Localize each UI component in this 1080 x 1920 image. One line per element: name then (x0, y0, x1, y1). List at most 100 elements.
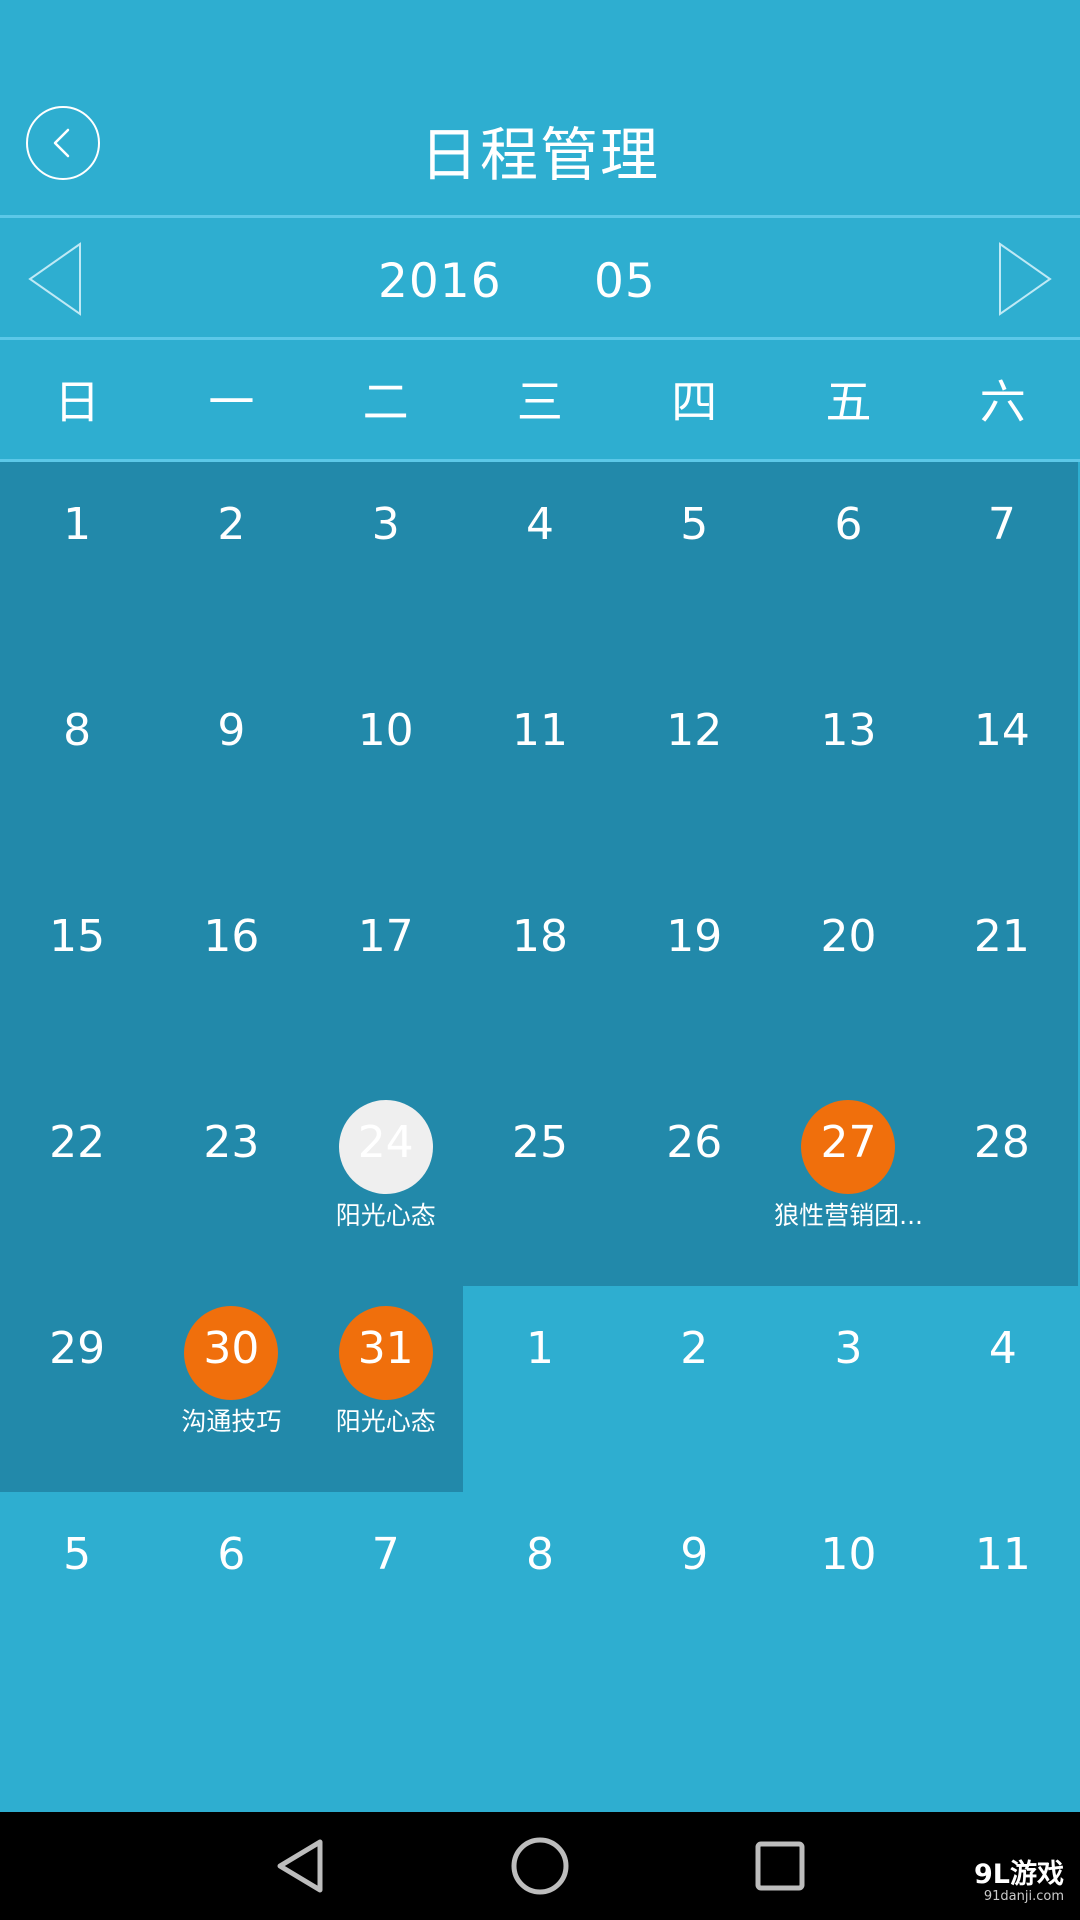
calendar-day-cell[interactable]: 7 (925, 462, 1078, 668)
calendar-day-cell[interactable]: 1 (463, 1286, 617, 1492)
calendar-day-cell[interactable]: 6 (771, 462, 926, 668)
day-number: 2 (680, 1323, 709, 1374)
nav-home-icon (511, 1837, 569, 1895)
weekday-mon: 一 (208, 375, 255, 429)
page-title: 日程管理 (419, 121, 660, 189)
day-number: 4 (525, 499, 554, 550)
calendar-day-cell[interactable]: 24 阳光心态 (308, 1080, 463, 1286)
system-home-button[interactable] (508, 1834, 572, 1898)
day-number: 10 (357, 705, 414, 756)
calendar-day-cell[interactable]: 8 (463, 1492, 617, 1698)
calendar-day-cell[interactable]: 3 (771, 1286, 925, 1492)
nav-recent-apps-icon (755, 1841, 805, 1891)
weekday-sat: 六 (979, 375, 1026, 429)
weekday-header: 日 一 二 三 四 五 六 (0, 340, 1080, 460)
month-navigator: 2016 05 (0, 218, 1080, 338)
day-number: 5 (680, 499, 709, 550)
calendar-day-cell[interactable]: 19 (617, 874, 772, 1080)
day-number: 1 (525, 1323, 554, 1374)
calendar-day-cell[interactable]: 30 沟通技巧 (154, 1286, 309, 1492)
calendar-day-cell[interactable]: 23 (154, 1080, 309, 1286)
event-label: 阳光心态 (335, 1201, 436, 1230)
event-label: 沟通技巧 (181, 1407, 282, 1436)
weekday-fri: 五 (825, 375, 872, 429)
system-recent-apps-button[interactable] (748, 1834, 812, 1898)
calendar-day-cell[interactable]: 8 (0, 668, 155, 874)
calendar-day-cell[interactable]: 9 (617, 1492, 771, 1698)
next-month-button[interactable] (994, 242, 1054, 316)
weekday-wed: 三 (516, 375, 563, 429)
day-number: 20 (820, 911, 877, 962)
weekday-sun: 日 (54, 375, 101, 429)
day-number: 2 (217, 499, 246, 550)
calendar-day-cell[interactable]: 18 (462, 874, 618, 1080)
day-number: 14 (973, 705, 1030, 756)
calendar-day-cell[interactable]: 27 狼性营销团... (771, 1080, 926, 1286)
system-navigation-bar (0, 1812, 1080, 1920)
day-number: 24 (357, 1117, 414, 1168)
calendar-day-cell[interactable]: 31 阳光心态 (308, 1286, 463, 1492)
day-number: 1 (63, 499, 92, 550)
calendar-day-cell[interactable]: 15 (0, 874, 155, 1080)
calendar-day-cell[interactable]: 11 (462, 668, 618, 874)
calendar-day-cell[interactable]: 21 (925, 874, 1078, 1080)
day-number: 9 (680, 1529, 709, 1580)
calendar-day-cell[interactable]: 5 (617, 462, 772, 668)
year-label: 2016 (378, 254, 502, 309)
calendar-day-cell[interactable]: 4 (926, 1286, 1080, 1492)
day-number: 8 (525, 1529, 554, 1580)
event-label: 阳光心态 (335, 1407, 436, 1436)
header: 日程管理 (0, 0, 1080, 216)
day-number: 31 (357, 1323, 414, 1374)
calendar-day-cell[interactable]: 9 (154, 668, 309, 874)
system-back-button[interactable] (270, 1834, 334, 1898)
calendar-day-cell[interactable]: 2 (154, 462, 309, 668)
calendar-day-cell[interactable]: 13 (771, 668, 926, 874)
calendar-day-cell[interactable]: 10 (308, 668, 463, 874)
previous-month-button[interactable] (26, 242, 86, 316)
calendar-day-cell[interactable]: 2 (617, 1286, 771, 1492)
triangle-right-outline-icon (999, 242, 1052, 316)
day-number: 22 (49, 1117, 106, 1168)
calendar-day-cell[interactable]: 5 (0, 1492, 154, 1698)
calendar-day-cell[interactable]: 25 (462, 1080, 618, 1286)
month-label: 05 (594, 254, 656, 309)
calendar-day-cell[interactable]: 26 (617, 1080, 772, 1286)
day-number: 3 (834, 1323, 863, 1374)
calendar-day-cell[interactable]: 20 (771, 874, 926, 1080)
calendar-day-cell[interactable]: 11 (926, 1492, 1080, 1698)
day-number: 7 (987, 499, 1016, 550)
day-number: 19 (666, 911, 723, 962)
day-number: 16 (203, 911, 260, 962)
day-number: 29 (49, 1323, 106, 1374)
calendar-app: 日程管理 2016 05 日 一 二 三 四 五 六 1 2 3 4 5 6 7 8 9 10 11… (0, 0, 1080, 1920)
calendar-day-cell[interactable]: 3 (308, 462, 463, 668)
calendar-day-cell[interactable]: 14 (925, 668, 1078, 874)
day-number: 18 (511, 911, 568, 962)
day-number: 26 (666, 1117, 723, 1168)
calendar-day-cell[interactable]: 4 (462, 462, 618, 668)
day-number: 4 (988, 1323, 1017, 1374)
watermark: 9L游戏 91danji.com (974, 1860, 1064, 1904)
calendar-day-cell[interactable]: 12 (617, 668, 772, 874)
day-number: 6 (834, 499, 863, 550)
calendar-day-cell[interactable]: 22 (0, 1080, 155, 1286)
calendar-day-cell[interactable]: 1 (0, 462, 155, 668)
calendar-day-cell[interactable]: 6 (154, 1492, 308, 1698)
day-number: 23 (203, 1117, 260, 1168)
day-number: 7 (371, 1529, 400, 1580)
calendar-day-cell[interactable]: 10 (771, 1492, 925, 1698)
calendar-day-cell[interactable]: 16 (154, 874, 309, 1080)
calendar-day-cell[interactable]: 29 (0, 1286, 155, 1492)
calendar-day-cell[interactable]: 7 (309, 1492, 463, 1698)
day-number: 25 (511, 1117, 568, 1168)
day-number: 28 (973, 1117, 1030, 1168)
day-number: 5 (63, 1529, 92, 1580)
event-label: 狼性营销团... (774, 1201, 923, 1230)
calendar-grid: 1 2 3 4 5 6 7 8 9 10 11 12 13 14 15 16 17 18 19 20 21 22 23 24 阳… (0, 462, 1080, 1812)
weekday-tue: 二 (362, 375, 409, 429)
calendar-day-cell[interactable]: 17 (308, 874, 463, 1080)
calendar-day-cell[interactable]: 28 (925, 1080, 1078, 1286)
day-number: 21 (973, 911, 1030, 962)
weekday-thu: 四 (671, 375, 718, 429)
